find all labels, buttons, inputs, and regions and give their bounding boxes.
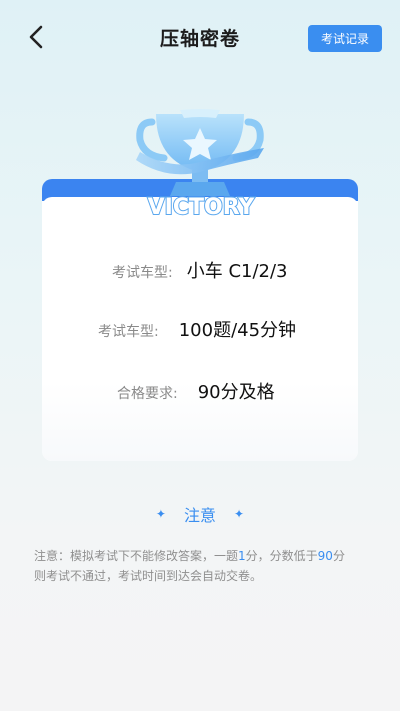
trophy-icon: [136, 109, 264, 196]
notice-text-line2: 则考试不通过，考试时间到达会自动交卷。: [34, 569, 263, 583]
notice-text-part: 分，分数低于: [245, 549, 318, 563]
info-row-question-count: 考试车型: 100题/45分钟: [98, 316, 296, 342]
notice-title: ✦ 注意 ✦: [0, 502, 400, 526]
victory-badge: VICTORY: [147, 194, 257, 220]
score-per-question: 1: [238, 549, 246, 563]
info-label: 考试车型:: [98, 324, 159, 340]
pass-score: 90: [317, 549, 333, 563]
info-value: 100题/45分钟: [178, 320, 297, 341]
notice-title-text: 注意: [183, 506, 216, 525]
info-label: 合格要求:: [117, 386, 178, 402]
notice-text-part: 分: [332, 549, 345, 563]
exam-record-button[interactable]: 考试记录: [308, 25, 382, 52]
info-value: 小车 C1/2/3: [186, 261, 288, 282]
info-row-vehicle-type: 考试车型: 小车 C1/2/3: [112, 257, 288, 283]
info-label: 考试车型:: [112, 265, 173, 281]
header: 压轴密卷 考试记录: [0, 0, 400, 76]
info-row-pass-requirement: 合格要求: 90分及格: [117, 378, 275, 404]
notice-text-part: 注意：模拟考试下不能修改答案，一题: [34, 549, 239, 563]
sparkle-icon: ✦: [234, 507, 245, 521]
victory-text: VICTORY: [148, 195, 256, 220]
info-value: 90分及格: [197, 382, 275, 403]
sparkle-icon: ✦: [155, 507, 166, 521]
notice-text: 注意：模拟考试下不能修改答案，一题1分，分数低于90分 则考试不通过，考试时间到…: [34, 546, 374, 586]
